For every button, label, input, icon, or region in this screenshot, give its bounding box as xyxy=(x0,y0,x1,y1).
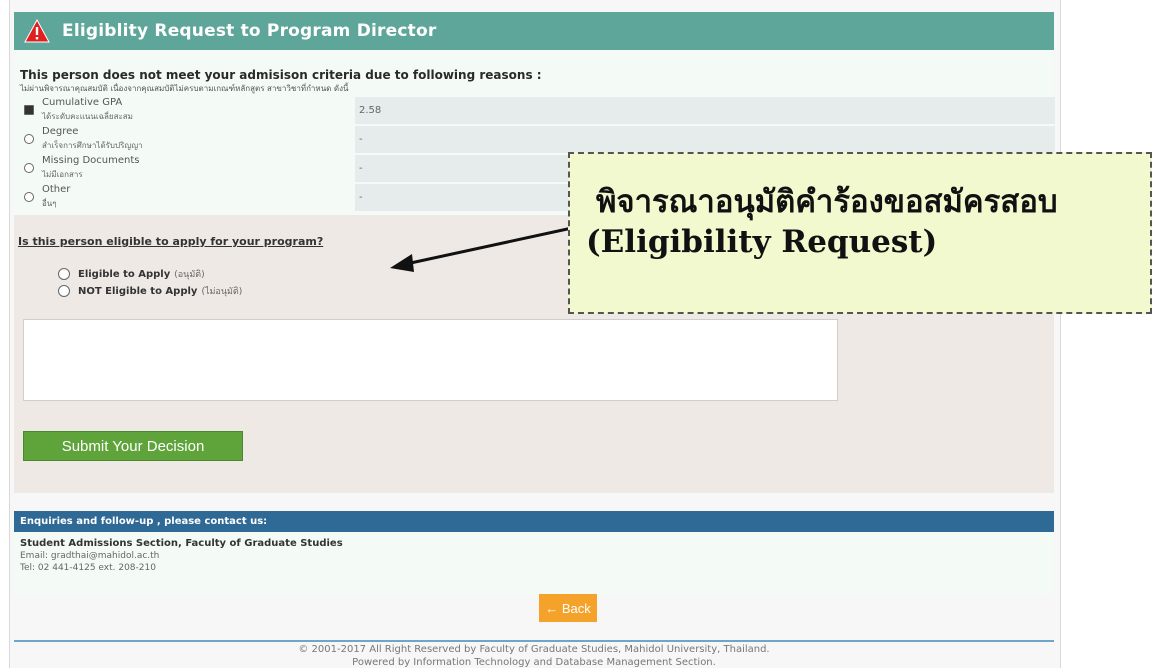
eligibility-question: Is this person eligible to apply for you… xyxy=(18,235,324,248)
contact-email[interactable]: Email: gradthai@mahidol.ac.th xyxy=(20,551,159,561)
criteria-checkbox[interactable] xyxy=(24,105,34,115)
eligible-radio[interactable] xyxy=(58,268,70,280)
eligible-label-th: (อนุมัติ) xyxy=(174,270,205,280)
annotation-callout: พิจารณาอนุมัติคำร้องขอสมัครสอบ (Eligibil… xyxy=(568,152,1152,314)
footer-divider xyxy=(14,640,1054,642)
contact-section: Student Admissions Section, Faculty of G… xyxy=(20,538,343,549)
criteria-row-gpa: Cumulative GPA ได้ระดับคะแนนเฉลี่ยสะสม 2… xyxy=(20,96,1055,125)
criteria-checkbox[interactable] xyxy=(24,134,34,144)
criteria-label-th: อื่นๆ xyxy=(42,199,57,208)
page-header: Eligiblity Request to Program Director xyxy=(14,12,1054,50)
not-eligible-option[interactable]: NOT Eligible to Apply (ไม่อนุมัติ) xyxy=(58,284,242,298)
criteria-label-th: ไม่มีเอกสาร xyxy=(42,170,83,179)
criteria-checkbox[interactable] xyxy=(24,192,34,202)
back-button[interactable]: ← Back xyxy=(539,594,597,622)
criteria-label-th: ได้ระดับคะแนนเฉลี่ยสะสม xyxy=(42,112,133,121)
reasons-heading-th: ไม่ผ่านพิจารณาคุณสมบัติ เนื่องจากคุณสมบั… xyxy=(20,84,349,93)
footer-copyright: © 2001-2017 All Right Reserved by Facult… xyxy=(298,644,770,655)
warning-icon xyxy=(24,18,50,43)
not-eligible-label-th: (ไม่อนุมัติ) xyxy=(201,287,243,297)
callout-arrow-icon xyxy=(390,226,573,272)
page-title: Eligiblity Request to Program Director xyxy=(62,21,437,41)
criteria-value: 2.58 xyxy=(355,97,1055,124)
criteria-row-degree: Degree สำเร็จการศึกษาได้รับปริญญา - xyxy=(20,125,1055,154)
footer-powered-by: Powered by Information Technology and Da… xyxy=(352,657,716,668)
comment-textarea[interactable] xyxy=(23,319,838,401)
contact-tel: Tel: 02 441-4125 ext. 208-210 xyxy=(20,563,156,573)
callout-line-english: (Eligibility Request) xyxy=(586,224,938,260)
enquiries-bar: Enquiries and follow-up , please contact… xyxy=(14,511,1054,532)
criteria-label-th: สำเร็จการศึกษาได้รับปริญญา xyxy=(42,141,143,150)
criteria-label: Missing Documents xyxy=(42,155,140,166)
eligible-label: Eligible to Apply xyxy=(78,268,171,280)
criteria-value: - xyxy=(355,126,1055,153)
not-eligible-radio[interactable] xyxy=(58,285,70,297)
reasons-heading: This person does not meet your admisison… xyxy=(20,68,542,82)
not-eligible-label: NOT Eligible to Apply xyxy=(78,285,198,297)
eligible-option[interactable]: Eligible to Apply (อนุมัติ) xyxy=(58,267,205,281)
criteria-checkbox[interactable] xyxy=(24,163,34,173)
criteria-label: Other xyxy=(42,184,71,195)
callout-line-thai: พิจารณาอนุมัติคำร้องขอสมัครสอบ xyxy=(596,184,1058,220)
criteria-label: Degree xyxy=(42,126,79,137)
criteria-label: Cumulative GPA xyxy=(42,97,123,108)
contact-info: Student Admissions Section, Faculty of G… xyxy=(14,532,1054,594)
submit-decision-button[interactable]: Submit Your Decision xyxy=(23,431,243,461)
